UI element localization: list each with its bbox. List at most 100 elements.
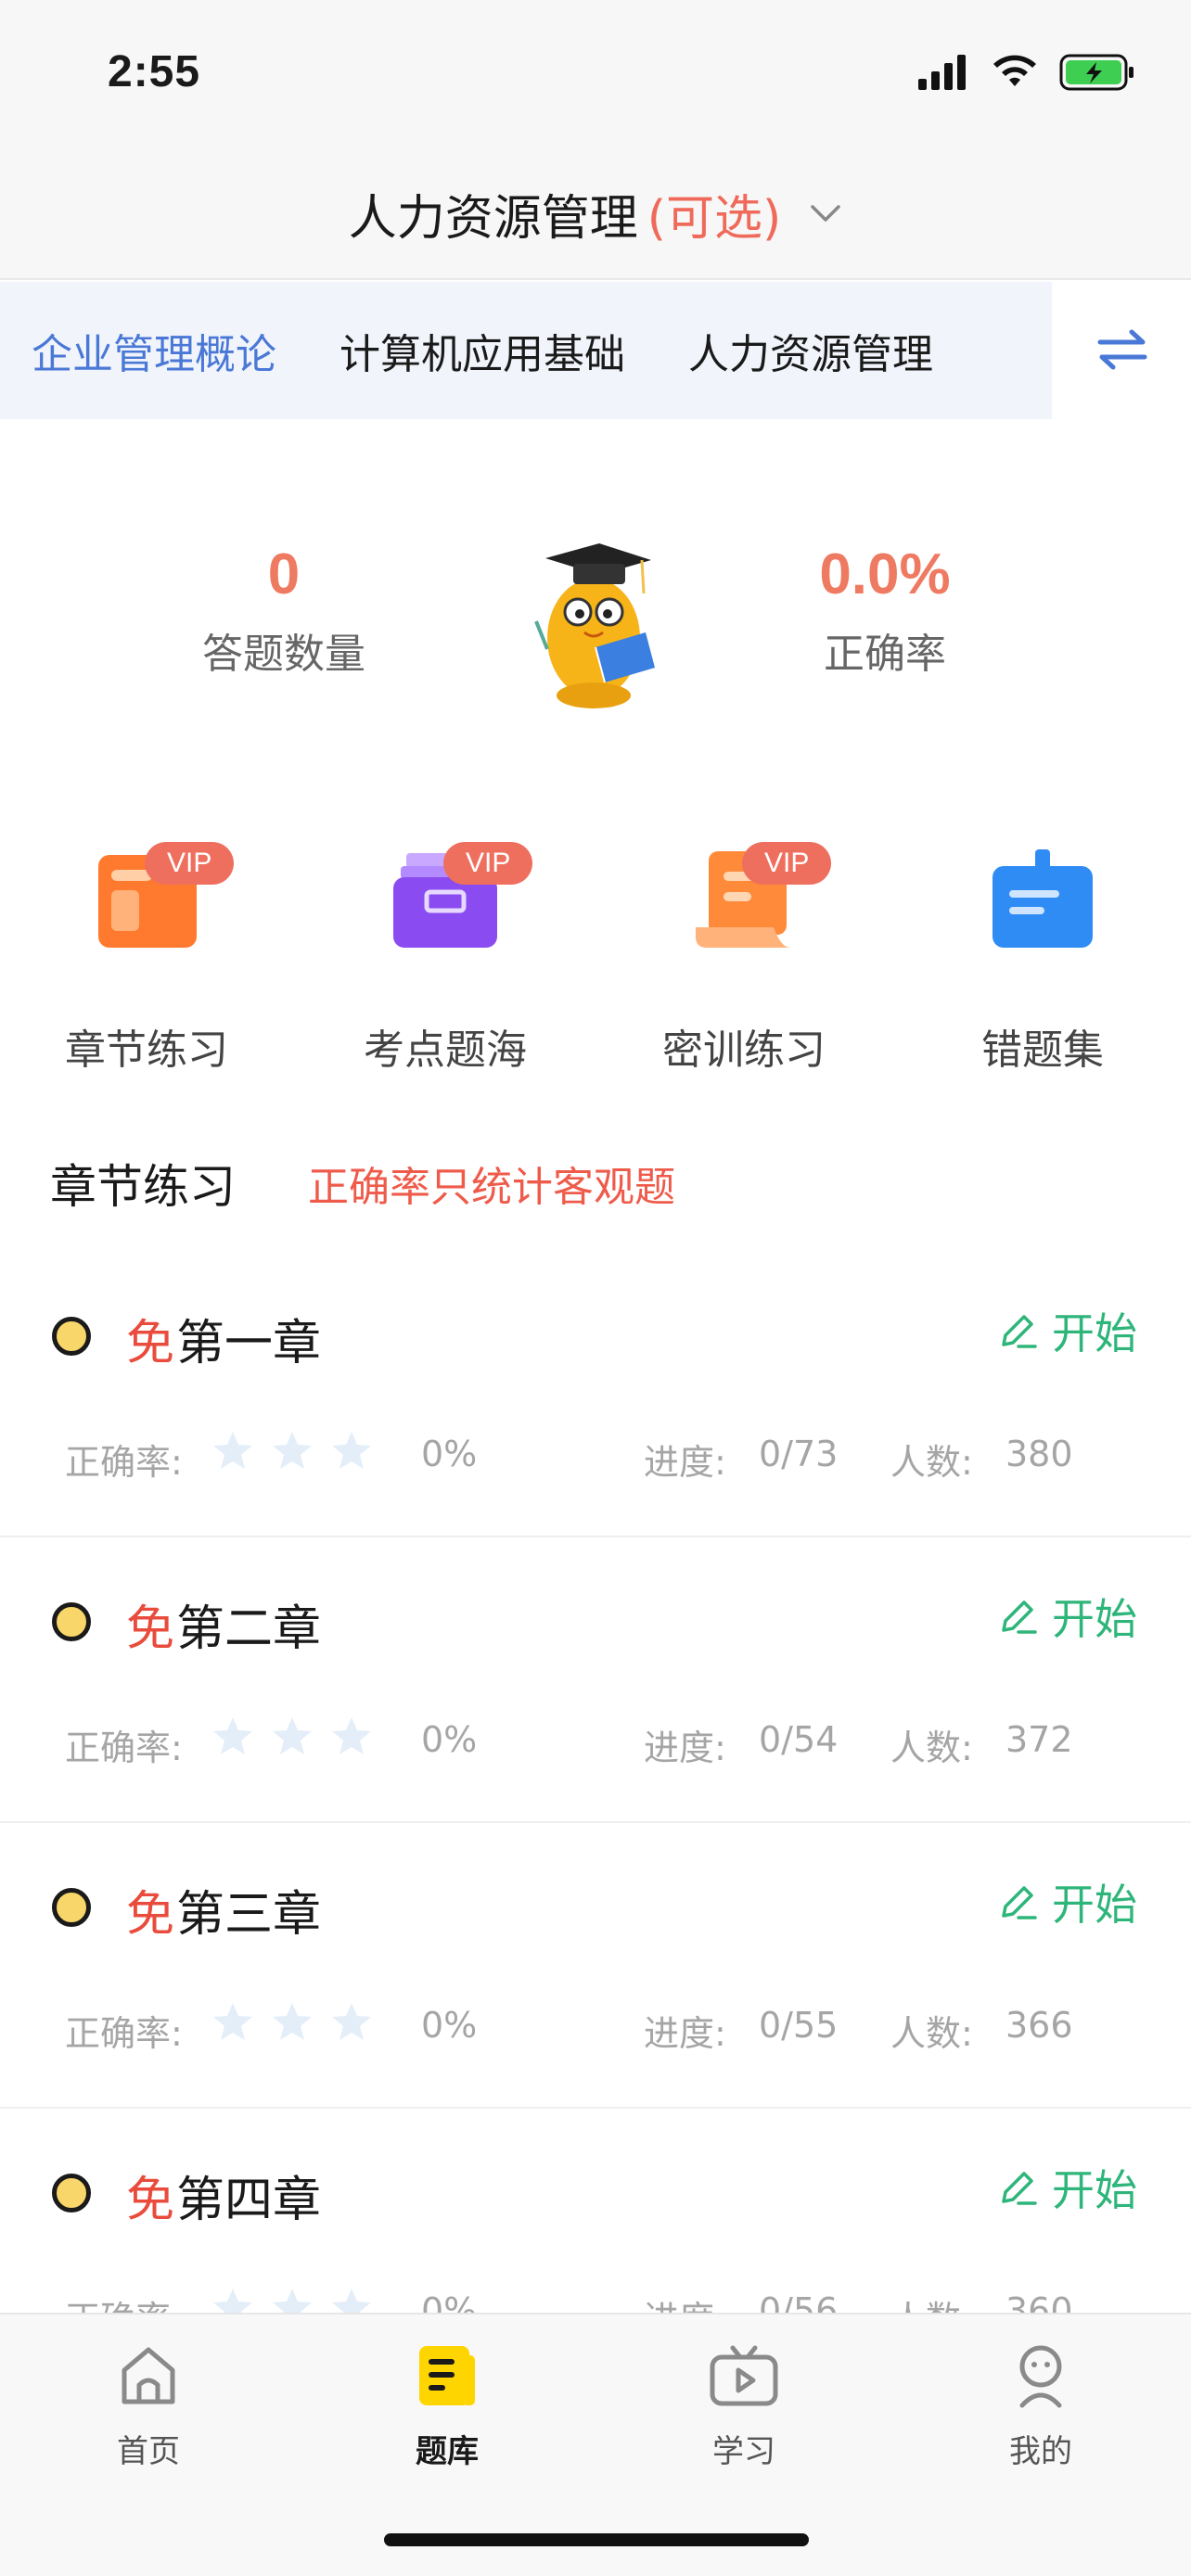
tab-course-3[interactable]: 人力资源管理 — [657, 321, 965, 380]
start-label: 开始 — [1052, 2165, 1137, 2215]
section-note: 正确率只统计客观题 — [308, 1164, 675, 1211]
accuracy-value: 0.0% — [819, 542, 951, 606]
start-button[interactable]: 开始 — [996, 1871, 1137, 1932]
tabbar-question-bank[interactable]: 题库 — [354, 2339, 540, 2471]
status-bar: 2:55 — [0, 0, 1191, 148]
tabbar-home[interactable]: 首页 — [56, 2339, 241, 2471]
tabbar-study[interactable]: 学习 — [651, 2339, 837, 2471]
accuracy-label: 正确率 — [824, 631, 946, 678]
chapter-name: 第一章 — [176, 1316, 322, 1371]
vip-badge: VIP — [443, 842, 533, 885]
start-button[interactable]: 开始 — [996, 2157, 1137, 2218]
people-value: 366 — [1005, 2005, 1073, 2046]
star-icon — [330, 1715, 373, 1765]
chapter-list: 免第一章 开始 正确率: 0% 进度: 0/73 人数: 380 免第二章 开始 正确率: 0% 进度:… — [0, 1252, 1191, 2394]
battery-charging-icon — [1059, 54, 1133, 91]
feature-label: 错题集 — [981, 1027, 1104, 1074]
free-tag: 免 — [126, 1887, 175, 1943]
accuracy-label: 正确率: — [65, 2013, 183, 2054]
feature-label: 考点题海 — [364, 1027, 527, 1074]
feature-wrong-questions[interactable]: 错题集 — [922, 816, 1163, 1076]
feature-grid: VIP 章节练习 VIP 考点题海 VIP 密训练习 错题集 — [0, 816, 1191, 1094]
accuracy-label: 正确率: — [65, 1442, 183, 1483]
progress-value: 0/54 — [759, 1719, 839, 1760]
pencil-icon — [1002, 1315, 1037, 1348]
chapter-name: 第三章 — [176, 1887, 322, 1943]
progress-label: 进度: — [644, 2013, 726, 2054]
feature-label: 密训练习 — [662, 1027, 826, 1074]
pencil-icon — [1002, 1886, 1037, 1919]
tv-play-icon — [710, 2345, 778, 2406]
star-icon — [271, 1430, 314, 1479]
feature-exam-points[interactable]: VIP 考点题海 — [325, 816, 566, 1076]
switch-arrows-icon[interactable] — [1096, 326, 1148, 373]
home-indicator — [384, 2533, 809, 2546]
accuracy-label: 正确率: — [65, 1728, 183, 1768]
start-button[interactable]: 开始 — [996, 1300, 1137, 1361]
star-icon — [271, 2001, 314, 2050]
people-value: 380 — [1005, 1434, 1073, 1474]
start-button[interactable]: 开始 — [996, 1586, 1137, 1647]
tab-course-2[interactable]: 计算机应用基础 — [308, 321, 657, 380]
section-header: 章节练习 正确率只统计客观题 — [50, 1150, 675, 1217]
status-time: 2:55 — [108, 47, 201, 96]
home-icon — [122, 2347, 175, 2404]
accuracy-value: 0% — [421, 1434, 478, 1474]
chapter-status-dot — [52, 2174, 91, 2213]
answered-count: 0 — [267, 542, 301, 606]
vip-badge: VIP — [145, 842, 235, 885]
free-tag: 免 — [126, 1316, 175, 1371]
start-label: 开始 — [1052, 1594, 1137, 1644]
tabbar-label: 我的 — [1009, 2433, 1072, 2470]
tab-course-1[interactable]: 企业管理概论 — [0, 321, 308, 380]
progress-value: 0/55 — [759, 2005, 839, 2046]
chapter-row[interactable]: 免第一章 开始 正确率: 0% 进度: 0/73 人数: 380 — [0, 1252, 1191, 1537]
chapter-name: 第四章 — [176, 2173, 322, 2228]
chapter-row[interactable]: 免第二章 开始 正确率: 0% 进度: 0/54 人数: 372 — [0, 1537, 1191, 1823]
chapter-row[interactable]: 免第三章 开始正确率: 0% 进度: 0/55 人数: 366 — [0, 1823, 1191, 2109]
course-tabs-strip: 企业管理概论 计算机应用基础 人力资源管理 — [0, 282, 1052, 419]
people-label: 人数: — [890, 2013, 973, 2054]
chapter-name: 第二章 — [176, 1601, 322, 1657]
free-tag: 免 — [126, 1601, 175, 1657]
subject-selector[interactable]: 人力资源管理 (可选) — [0, 148, 1191, 280]
star-icon — [211, 1715, 254, 1765]
start-label: 开始 — [1052, 1880, 1137, 1930]
header-title: 人力资源管理 — [348, 190, 638, 247]
free-tag: 免 — [126, 2173, 175, 2228]
answered-label: 答题数量 — [202, 631, 365, 678]
wifi-icon — [993, 55, 1036, 86]
tabbar-profile[interactable]: 我的 — [948, 2339, 1133, 2471]
stat-accuracy: 0.0% 正确率 — [746, 542, 1024, 680]
chapter-status-dot — [52, 1317, 91, 1356]
star-icon — [330, 1430, 373, 1479]
cellular-signal-icon — [918, 55, 966, 90]
question-bank-icon — [419, 2346, 475, 2405]
status-icons — [918, 54, 1135, 91]
star-icon — [271, 1715, 314, 1765]
rating-stars — [211, 1715, 373, 1765]
star-icon — [330, 2001, 373, 2050]
course-tabs: 企业管理概论 计算机应用基础 人力资源管理 — [0, 282, 1191, 419]
section-title: 章节练习 — [50, 1160, 236, 1214]
feature-chapter-practice[interactable]: VIP 章节练习 — [26, 816, 267, 1076]
rating-stars — [211, 1430, 373, 1479]
tabbar-label: 题库 — [416, 2433, 479, 2470]
chevron-down-icon — [811, 205, 841, 222]
wrong-questions-folder-icon — [992, 849, 1093, 948]
chapter-status-dot — [52, 1888, 91, 1927]
chapter-status-dot — [52, 1602, 91, 1641]
header-optional-tag: (可选) — [647, 190, 782, 247]
star-icon — [211, 1430, 254, 1479]
feature-label: 章节练习 — [65, 1027, 228, 1074]
tabbar-label: 学习 — [712, 2433, 775, 2470]
progress-label: 进度: — [644, 1728, 726, 1768]
star-icon — [211, 2001, 254, 2050]
people-label: 人数: — [890, 1442, 973, 1483]
rating-stars — [211, 2001, 373, 2050]
accuracy-value: 0% — [421, 2005, 478, 2046]
accuracy-value: 0% — [421, 1719, 478, 1760]
pencil-icon — [1002, 2172, 1037, 2205]
mascot-graduate-icon — [534, 543, 655, 708]
feature-intensive-practice[interactable]: VIP 密训练习 — [623, 816, 864, 1076]
